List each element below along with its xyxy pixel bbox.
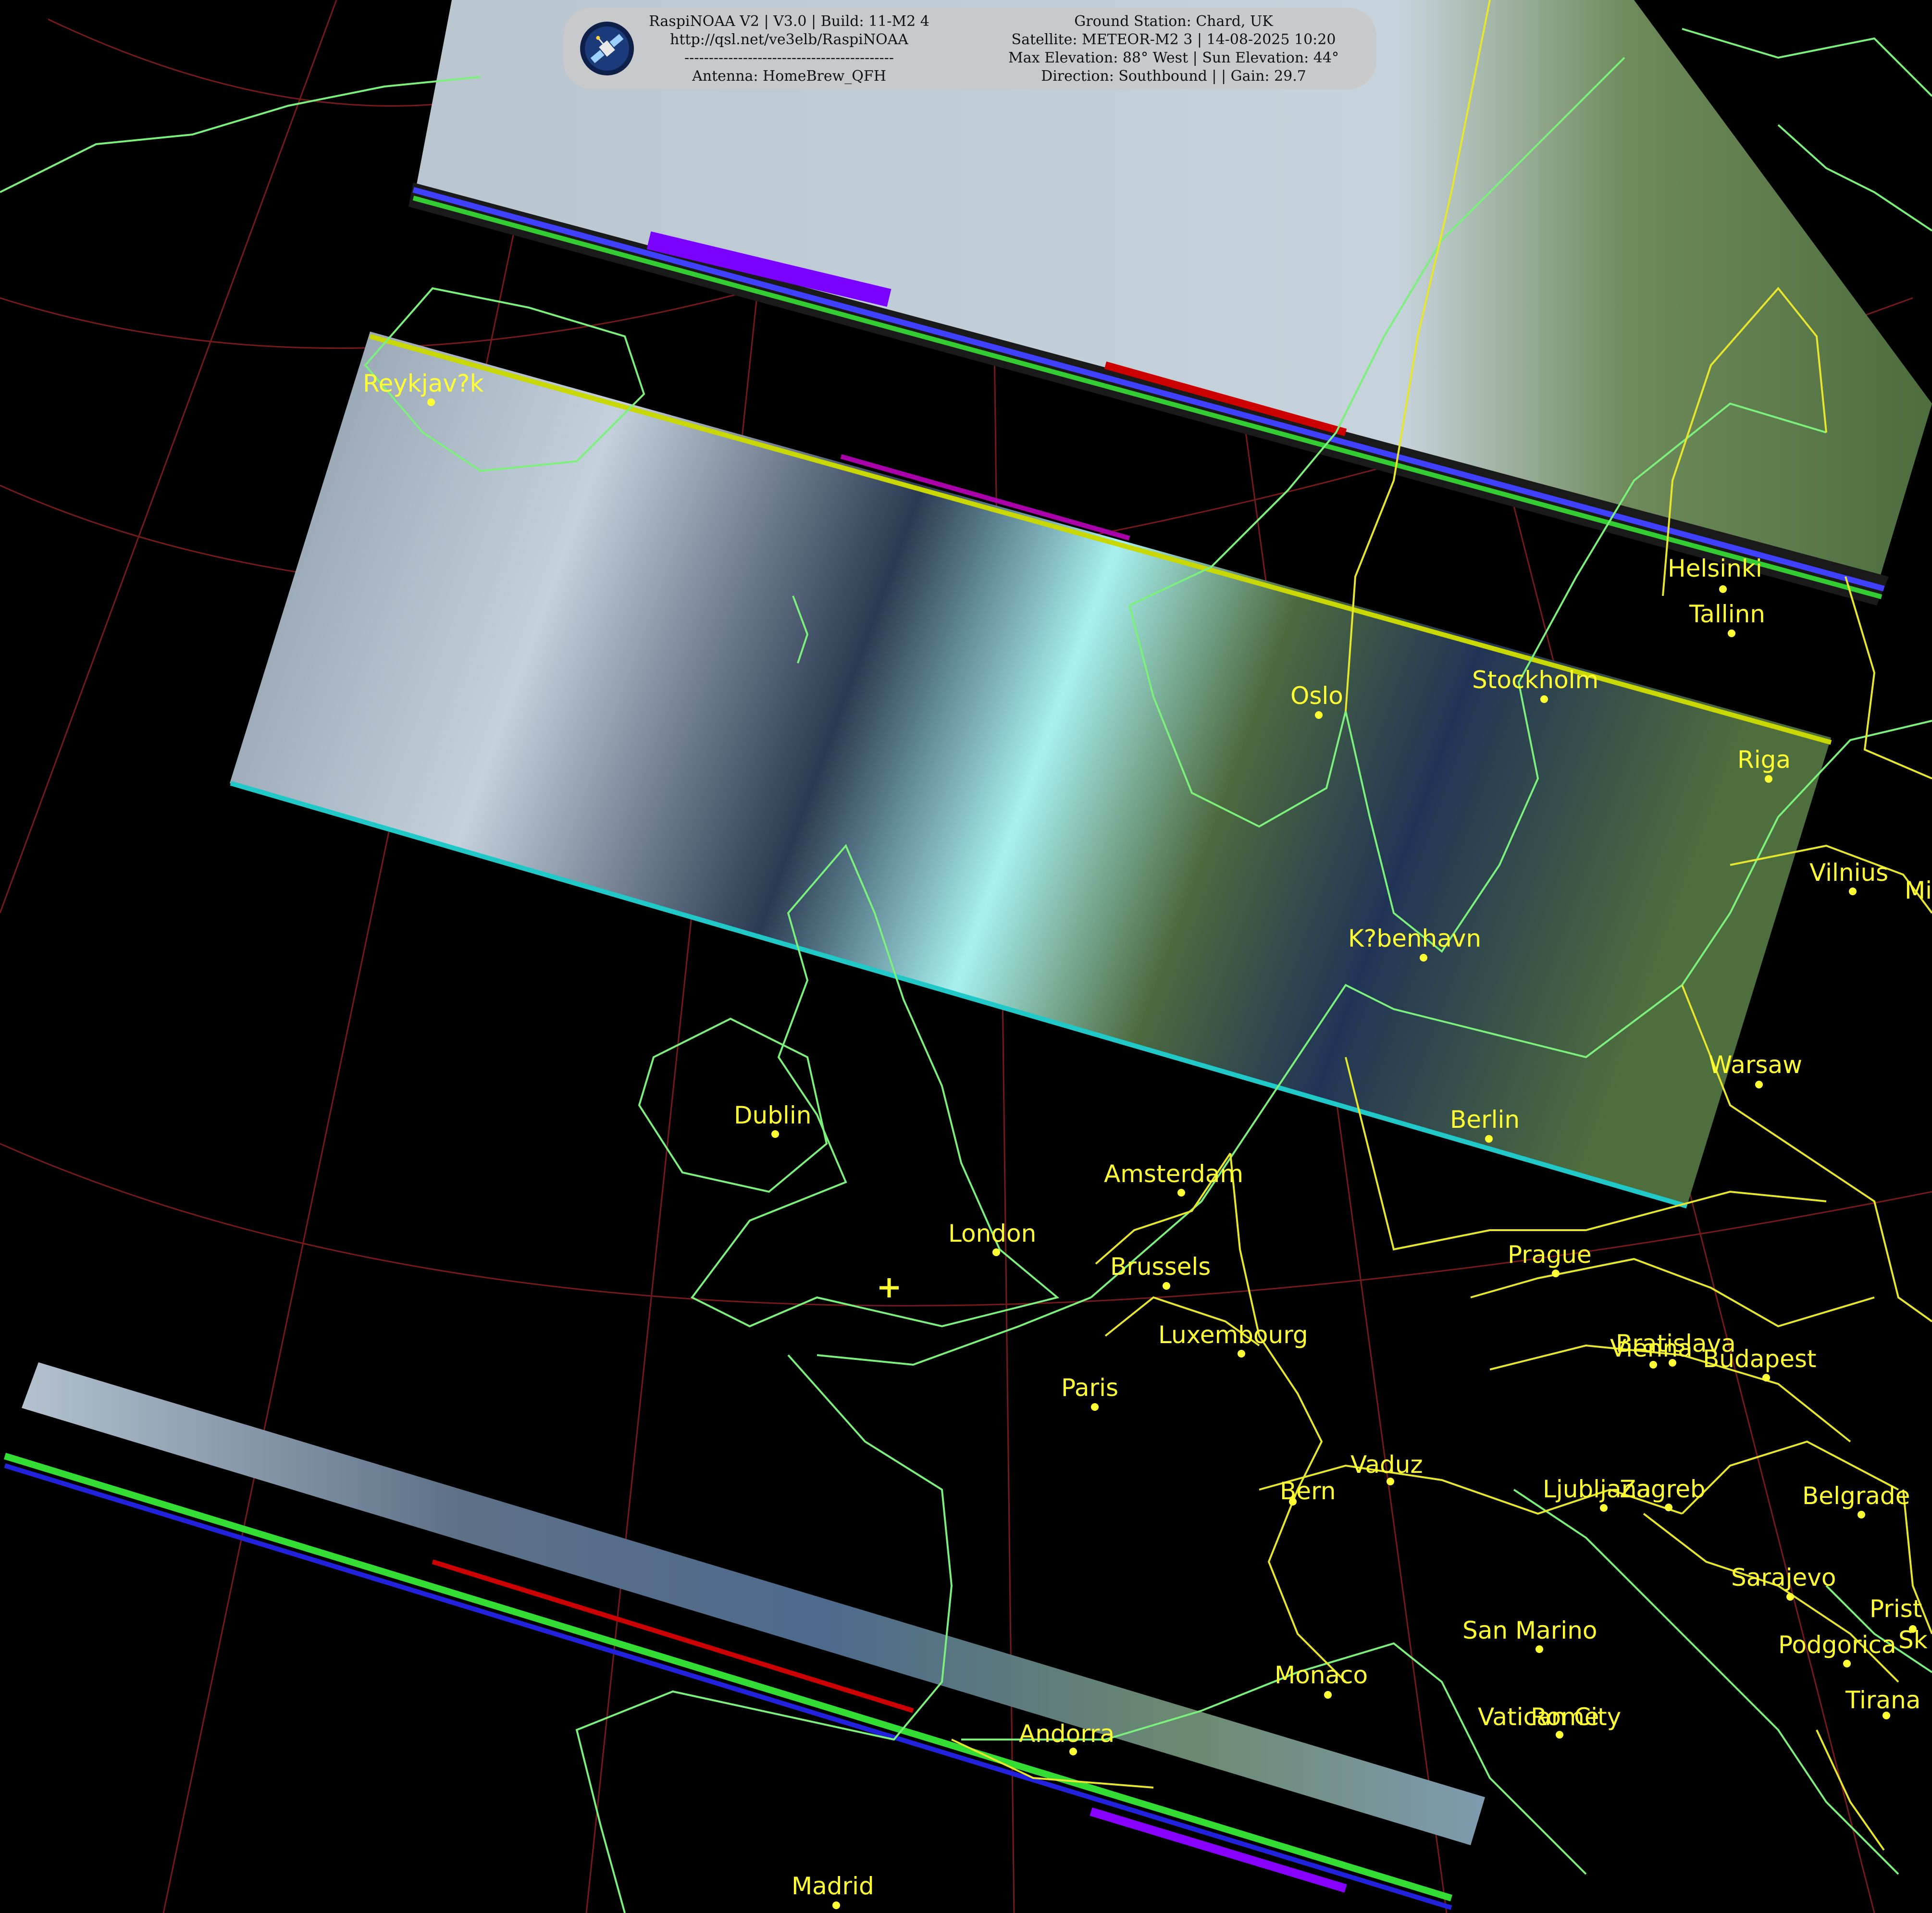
city-madrid: Madrid	[792, 1872, 874, 1909]
svg-text:Zagreb: Zagreb	[1620, 1475, 1706, 1503]
city-amsterdam: Amsterdam	[1104, 1160, 1243, 1197]
city-luxembourg: Luxembourg	[1158, 1321, 1308, 1358]
svg-text:Sk: Sk	[1898, 1626, 1928, 1654]
city-vaduz: Vaduz	[1350, 1451, 1423, 1485]
header-ground-station-line: Ground Station: Chard, UK	[1074, 13, 1273, 30]
svg-text:Podgorica: Podgorica	[1778, 1631, 1896, 1659]
svg-text:Dublin: Dublin	[734, 1101, 811, 1129]
svg-text:London: London	[948, 1220, 1036, 1247]
satellite-map: Reykjav?k Helsinki Tallinn Stockholm Osl…	[0, 0, 1932, 1913]
svg-text:Madrid: Madrid	[792, 1872, 874, 1900]
city-helsinki: Helsinki	[1668, 555, 1762, 593]
svg-text:Belgrade: Belgrade	[1802, 1482, 1910, 1510]
city-zagreb: Zagreb	[1620, 1475, 1706, 1511]
svg-text:Vilnius: Vilnius	[1809, 859, 1888, 887]
svg-text:Stockholm: Stockholm	[1472, 666, 1598, 694]
city-skopje-partial: Sk	[1898, 1626, 1928, 1654]
svg-text:Reykjav?k: Reykjav?k	[363, 370, 483, 397]
city-andorra: Andorra	[1019, 1720, 1115, 1755]
svg-text:Tirana: Tirana	[1845, 1686, 1920, 1714]
svg-text:Prague: Prague	[1508, 1241, 1592, 1269]
city-vilnius: Vilnius	[1809, 859, 1888, 895]
header-satellite-line: Satellite: METEOR-M2 3 | 14-08-2025 10:2…	[1011, 31, 1336, 48]
city-monaco: Monaco	[1275, 1661, 1368, 1699]
city-vienna: Vienna	[1610, 1334, 1693, 1369]
city-tallinn: Tallinn	[1689, 600, 1765, 637]
city-minsk-partial: Mi	[1905, 876, 1932, 904]
svg-text:Paris: Paris	[1061, 1374, 1118, 1402]
svg-text:Oslo: Oslo	[1290, 682, 1343, 710]
svg-text:Brussels: Brussels	[1110, 1253, 1211, 1281]
svg-text:San Marino: San Marino	[1462, 1617, 1597, 1644]
svg-text:Budapest: Budapest	[1703, 1345, 1817, 1373]
svg-text:Amsterdam: Amsterdam	[1104, 1160, 1243, 1188]
header-direction-line: Direction: Southbound | | Gain: 29.7	[1041, 68, 1306, 85]
header-url-line: http://qsl.net/ve3elb/RaspiNOAA	[670, 31, 908, 48]
svg-text:Vienna: Vienna	[1610, 1334, 1693, 1362]
city-bern: Bern	[1280, 1477, 1336, 1506]
svg-text:Tallinn: Tallinn	[1689, 600, 1765, 628]
svg-text:Mi: Mi	[1905, 876, 1932, 904]
svg-text:Monaco: Monaco	[1275, 1661, 1368, 1689]
svg-text:Prist: Prist	[1870, 1595, 1922, 1623]
city-dublin: Dublin	[734, 1101, 811, 1138]
satellite-icon	[579, 20, 635, 77]
city-paris: Paris	[1061, 1374, 1118, 1411]
svg-text:Rome: Rome	[1531, 1703, 1599, 1731]
svg-text:Vaduz: Vaduz	[1350, 1451, 1423, 1479]
swath-bottom	[3, 1362, 1485, 1910]
header-antenna-line: Antenna: HomeBrew_QFH	[692, 68, 886, 85]
header-divider-line: ----------------------------------------…	[684, 49, 894, 66]
svg-text:Helsinki: Helsinki	[1668, 555, 1762, 582]
svg-text:Bern: Bern	[1280, 1477, 1336, 1505]
header-right-column: Ground Station: Chard, UK Satellite: MET…	[986, 12, 1361, 86]
pass-info-header: RaspiNOAA V2 | V3.0 | Build: 11-M2 4 htt…	[563, 8, 1376, 89]
svg-text:Luxembourg: Luxembourg	[1158, 1321, 1308, 1349]
ground-station-marker	[879, 1278, 899, 1297]
city-brussels: Brussels	[1110, 1253, 1211, 1290]
city-london: London	[948, 1220, 1036, 1256]
svg-text:Riga: Riga	[1737, 746, 1791, 774]
header-elevation-line: Max Elevation: 88° West | Sun Elevation:…	[1008, 49, 1339, 66]
city-san-marino: San Marino	[1462, 1617, 1597, 1653]
city-sarajevo: Sarajevo	[1731, 1564, 1836, 1601]
svg-text:Andorra: Andorra	[1019, 1720, 1115, 1748]
header-software-line: RaspiNOAA V2 | V3.0 | Build: 11-M2 4	[649, 13, 929, 30]
svg-text:Sarajevo: Sarajevo	[1731, 1564, 1836, 1592]
svg-text:Warsaw: Warsaw	[1709, 1051, 1802, 1079]
svg-text:K?benhavn: K?benhavn	[1348, 925, 1481, 952]
city-budapest: Budapest	[1703, 1345, 1817, 1382]
city-prague: Prague	[1508, 1241, 1592, 1277]
city-rome: Rome	[1531, 1703, 1599, 1731]
city-belgrade: Belgrade	[1802, 1482, 1910, 1518]
header-left-column: RaspiNOAA V2 | V3.0 | Build: 11-M2 4 htt…	[640, 12, 938, 86]
city-tirana: Tirana	[1845, 1686, 1920, 1719]
svg-text:Berlin: Berlin	[1450, 1106, 1520, 1134]
